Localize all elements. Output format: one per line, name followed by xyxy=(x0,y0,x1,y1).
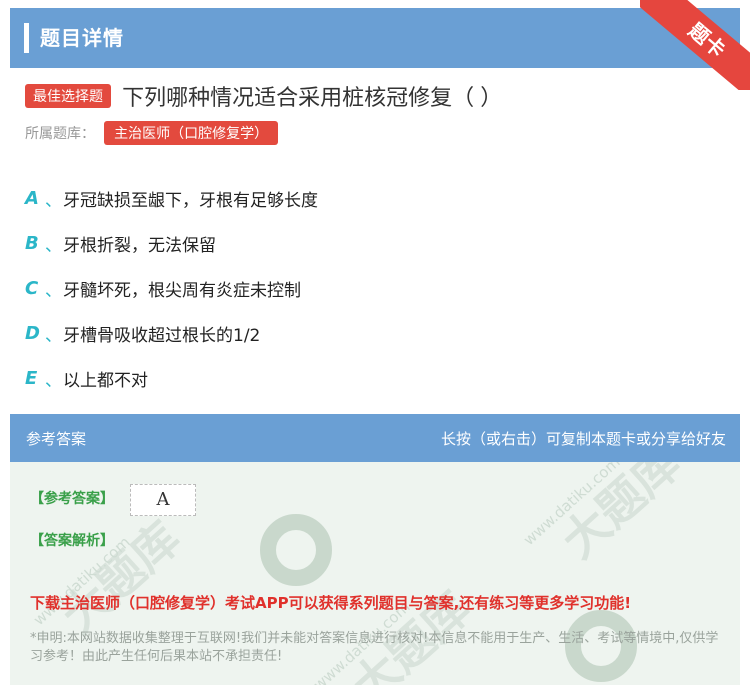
option-letter: E xyxy=(25,368,38,389)
option-text: 牙髓坏死，根尖周有炎症未控制 xyxy=(63,281,301,301)
disclaimer-text: *申明:本网站数据收集整理于互联网!我们并未能对答案信息进行核对!本信息不能用于… xyxy=(30,631,719,664)
option-c[interactable]: C 、 牙髓坏死，根尖周有炎症未控制 xyxy=(25,266,318,311)
answer-body: 大题库 大题库 大题库 www.datiku.com www.datiku.co… xyxy=(10,462,740,685)
option-d[interactable]: D 、 牙槽骨吸收超过根长的1/2 xyxy=(25,311,318,356)
share-hint: 长按（或右击）可复制本题卡或分享给好友 xyxy=(440,430,726,448)
option-text: 牙槽骨吸收超过根长的1/2 xyxy=(63,326,261,346)
page-title: 题目详情 xyxy=(40,26,124,50)
option-letter: A xyxy=(25,188,39,209)
option-letter: B xyxy=(25,233,39,254)
header-accent-bar xyxy=(24,23,29,53)
corner-ribbon-label: 题卡 xyxy=(640,0,750,90)
answer-header-title: 参考答案 xyxy=(26,430,87,448)
analysis-label: 【答案解析】 xyxy=(30,533,114,549)
source-tag[interactable]: 主治医师（口腔修复学） xyxy=(104,121,279,145)
option-separator: 、 xyxy=(45,281,62,301)
option-text: 以上都不对 xyxy=(63,371,148,391)
page-header: 题目详情 xyxy=(10,8,740,68)
watermark-logo-icon xyxy=(260,514,332,586)
option-separator: 、 xyxy=(45,191,62,211)
option-separator: 、 xyxy=(45,236,62,256)
app-promo-link[interactable]: 下载主治医师（口腔修复学）考试APP可以获得系列题目与答案,还有练习等更多学习功… xyxy=(30,592,631,613)
option-separator: 、 xyxy=(45,326,62,346)
option-text: 牙根折裂，无法保留 xyxy=(63,236,216,256)
option-e[interactable]: E 、 以上都不对 xyxy=(25,356,318,401)
answer-value-image: A xyxy=(130,484,196,516)
option-b[interactable]: B 、 牙根折裂，无法保留 xyxy=(25,221,318,266)
watermark-brand: 大题库 xyxy=(51,510,191,644)
question-title-row: 最佳选择题 下列哪种情况适合采用桩核冠修复（ ） xyxy=(25,80,725,112)
answer-label: 【参考答案】 xyxy=(30,491,114,507)
option-letter: C xyxy=(25,278,39,299)
source-label: 所属题库： xyxy=(25,126,95,142)
option-separator: 、 xyxy=(45,371,62,391)
option-letter: D xyxy=(25,323,40,344)
options-list: A 、 牙冠缺损至龈下，牙根有足够长度 B 、 牙根折裂，无法保留 C 、 牙髓… xyxy=(25,176,318,401)
answer-header: 参考答案 长按（或右击）可复制本题卡或分享给好友 xyxy=(10,414,740,462)
question-type-badge: 最佳选择题 xyxy=(25,84,111,108)
option-a[interactable]: A 、 牙冠缺损至龈下，牙根有足够长度 xyxy=(25,176,318,221)
option-text: 牙冠缺损至龈下，牙根有足够长度 xyxy=(63,191,318,211)
question-text: 下列哪种情况适合采用桩核冠修复（ ） xyxy=(122,85,503,110)
question-source: 所属题库： 主治医师（口腔修复学） xyxy=(25,121,279,145)
corner-ribbon: 题卡 xyxy=(640,0,750,90)
